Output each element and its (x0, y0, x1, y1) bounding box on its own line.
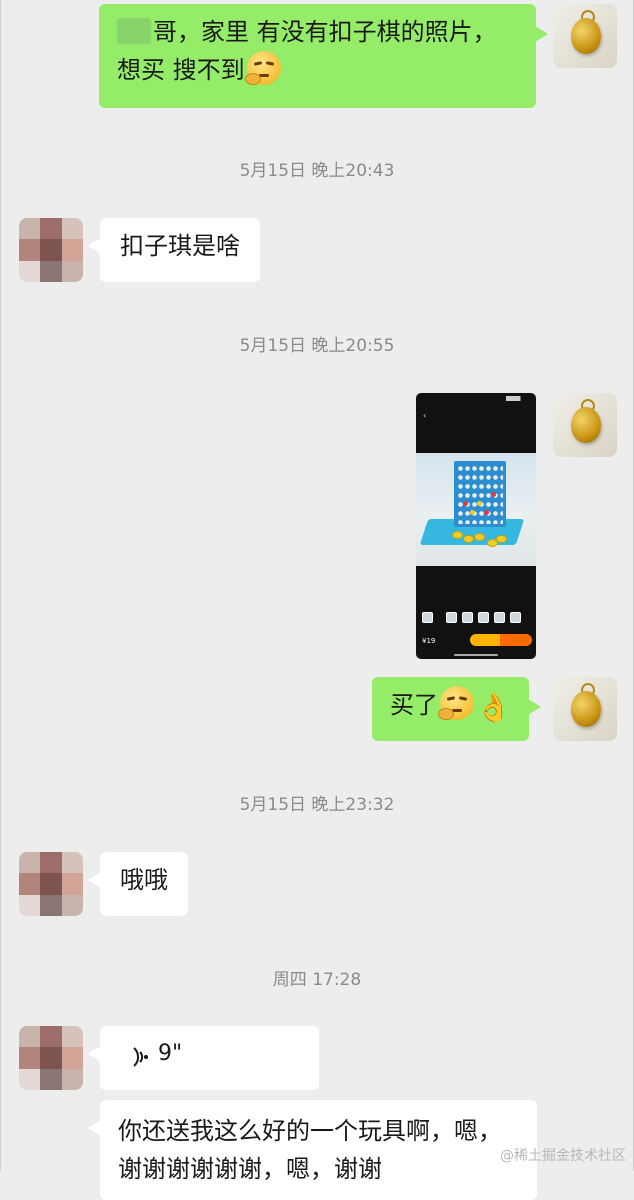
message-text-line1: 你还送我这么好的一个玩具啊，嗯， (118, 1117, 502, 1145)
product-photo (416, 453, 536, 566)
ok-hand-emoji: 👌 (476, 691, 511, 724)
back-arrow-icon: ‹ (423, 411, 427, 420)
my-avatar[interactable] (553, 4, 617, 68)
voice-message-bubble[interactable]: 9" (88, 1026, 319, 1090)
message-text: 扣子琪是啥 (120, 232, 240, 260)
contact-avatar[interactable] (19, 852, 83, 916)
contact-text-bubble[interactable]: 扣子琪是啥 (88, 218, 260, 282)
thinking-face-emoji (244, 51, 281, 85)
my-avatar[interactable] (553, 393, 617, 457)
screenshot-cart-button (470, 634, 500, 646)
message-text-line2: 谢谢谢谢谢谢，嗯，谢谢 (118, 1155, 382, 1183)
my-text-bubble[interactable]: 哥，家里 有没有扣子棋的照片， 想买 搜不到 (99, 4, 548, 108)
watermark: @稀土掘金技术社区 (500, 1148, 626, 1164)
redacted-name (117, 18, 151, 44)
voice-duration: 9" (158, 1041, 183, 1066)
timestamp: 5月15日 晚上20:55 (239, 336, 395, 356)
screenshot-home-bar (454, 654, 498, 656)
my-avatar[interactable] (553, 677, 617, 741)
screenshot-thumbnails (420, 612, 532, 624)
screenshot-status-bar (422, 395, 530, 403)
contact-text-bubble[interactable]: 你还送我这么好的一个玩具啊，嗯， 谢谢谢谢谢谢，嗯，谢谢 (88, 1100, 537, 1200)
timestamp: 5月15日 晚上20:43 (239, 161, 395, 181)
message-text-line2: 想买 搜不到 (117, 56, 245, 84)
contact-avatar[interactable] (19, 218, 83, 282)
timestamp: 5月15日 晚上23:32 (239, 795, 395, 815)
contact-text-bubble[interactable]: 哦哦 (88, 852, 188, 916)
message-text-line1: 哥，家里 有没有扣子棋的照片， (153, 18, 497, 46)
timestamp: 周四 17:28 (272, 970, 362, 990)
message-text: 买了 (390, 691, 438, 719)
contact-avatar[interactable] (19, 1026, 83, 1090)
thinking-face-emoji (438, 686, 474, 720)
image-message-thumbnail[interactable]: ‹ ¥19 (416, 393, 536, 659)
voice-wave-icon (133, 1047, 148, 1067)
screenshot-price: ¥19 (422, 637, 436, 645)
my-text-bubble[interactable]: 买了 👌 (372, 677, 541, 741)
connect-four-board (454, 461, 506, 527)
screenshot-buy-button (500, 634, 532, 646)
message-text: 哦哦 (120, 866, 168, 894)
